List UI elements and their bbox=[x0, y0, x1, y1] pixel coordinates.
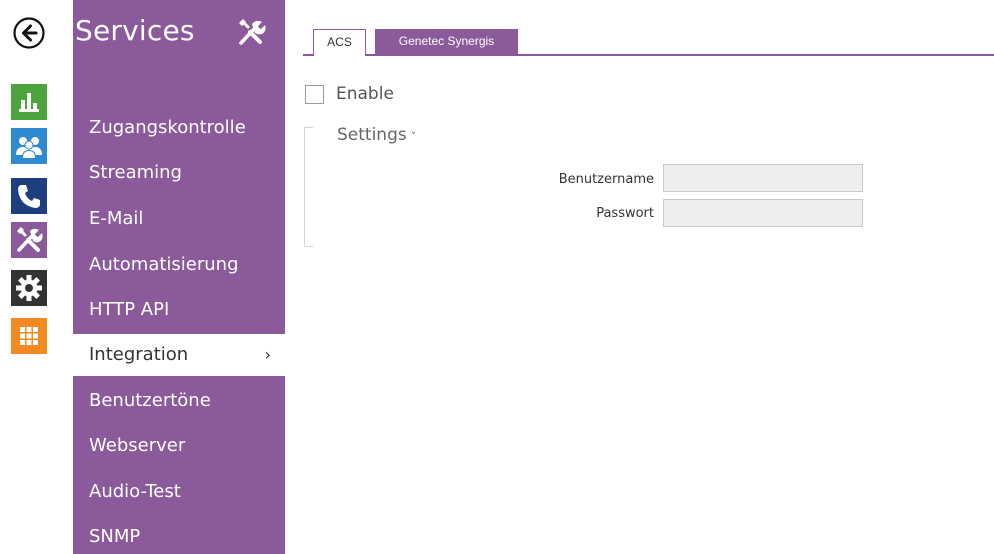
directory-users-icon[interactable] bbox=[11, 128, 47, 164]
app-window: Services Zugangskontrolle Streaming E-Ma… bbox=[0, 0, 994, 554]
sidebar-item-email[interactable]: E-Mail bbox=[73, 198, 285, 240]
tools-icon bbox=[234, 14, 270, 50]
sidebar-item-http-api[interactable]: HTTP API bbox=[73, 289, 285, 331]
sidebar-item-audio-test[interactable]: Audio-Test bbox=[73, 471, 285, 513]
tab-acs[interactable]: ACS bbox=[313, 29, 366, 56]
username-field[interactable] bbox=[663, 164, 863, 192]
enable-checkbox[interactable] bbox=[305, 85, 324, 104]
enable-label: Enable bbox=[336, 84, 394, 104]
username-label: Benutzername bbox=[558, 172, 654, 187]
chevron-down-icon: ˅ bbox=[410, 130, 417, 143]
system-grid-icon[interactable] bbox=[11, 318, 47, 354]
calls-phone-icon[interactable] bbox=[11, 178, 47, 214]
sidebar-item-snmp[interactable]: SNMP bbox=[73, 516, 285, 554]
settings-header-label: Settings bbox=[337, 125, 407, 145]
tab-bar: ACS Genetec Synergis bbox=[303, 29, 994, 56]
services-tools-icon[interactable] bbox=[11, 222, 47, 258]
tab-genetec-synergis[interactable]: Genetec Synergis bbox=[375, 29, 518, 54]
status-chart-icon[interactable] bbox=[11, 84, 47, 120]
services-sidebar: Services Zugangskontrolle Streaming E-Ma… bbox=[60, 0, 285, 554]
sidebar-item-zugangskontrolle[interactable]: Zugangskontrolle bbox=[73, 107, 285, 149]
sidebar-item-label: Integration bbox=[89, 344, 189, 365]
sidebar-item-webserver[interactable]: Webserver bbox=[73, 425, 285, 467]
main-menu-rail bbox=[0, 0, 60, 554]
sidebar-item-benutzertone[interactable]: Benutzertöne bbox=[73, 380, 285, 422]
sidebar-item-integration[interactable]: Integration › bbox=[73, 334, 285, 376]
settings-header[interactable]: Settings ˅ bbox=[337, 125, 416, 145]
tab-underline bbox=[303, 54, 994, 56]
password-label: Passwort bbox=[596, 206, 654, 221]
sidebar-item-streaming[interactable]: Streaming bbox=[73, 152, 285, 194]
sidebar-item-automatisierung[interactable]: Automatisierung bbox=[73, 244, 285, 286]
hardware-gear-icon[interactable] bbox=[11, 270, 47, 306]
sidebar-title: Services bbox=[75, 14, 195, 47]
back-arrow-icon[interactable] bbox=[13, 17, 45, 49]
settings-group-bracket bbox=[304, 127, 313, 247]
chevron-right-icon: › bbox=[264, 345, 271, 364]
password-field[interactable] bbox=[663, 199, 863, 227]
